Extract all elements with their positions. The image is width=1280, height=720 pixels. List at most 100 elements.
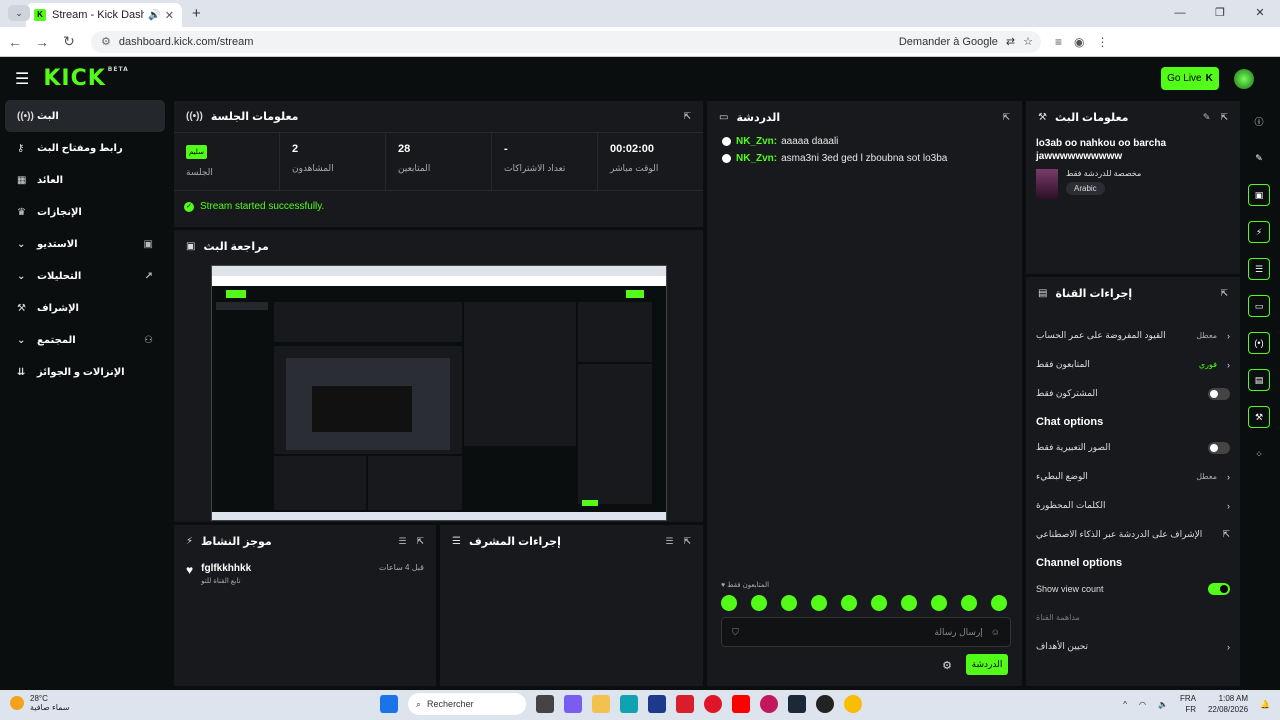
sidebar-item-revenue[interactable]: ▦ العائد bbox=[5, 164, 165, 196]
emote-icon[interactable] bbox=[961, 595, 977, 611]
edge-icon[interactable] bbox=[620, 695, 638, 713]
obs-icon[interactable] bbox=[816, 695, 834, 713]
followers-only-row[interactable]: المتابعون فقط فوري › bbox=[1026, 350, 1240, 379]
language-indicator[interactable]: FRA FR bbox=[1180, 693, 1196, 715]
popout-icon[interactable]: ⇱ bbox=[1002, 112, 1010, 123]
popout-icon[interactable]: ⇱ bbox=[1220, 288, 1228, 299]
sidebar-item-moderation[interactable]: ⚒ الإشراف bbox=[5, 292, 165, 324]
kick-logo[interactable]: KICK BETA bbox=[43, 66, 128, 91]
pencil-icon[interactable]: ✎ bbox=[1248, 147, 1270, 169]
popout-icon[interactable]: ⇱ bbox=[683, 111, 691, 122]
reading-list-icon[interactable]: ≡ bbox=[1055, 35, 1062, 49]
audio-icon[interactable]: 🔊 bbox=[148, 10, 160, 21]
youtube-icon[interactable] bbox=[732, 695, 750, 713]
emote-icon[interactable] bbox=[721, 595, 737, 611]
site-info-icon[interactable]: ⚙ bbox=[101, 35, 111, 48]
close-window-button[interactable]: ✕ bbox=[1240, 0, 1280, 27]
volume-icon[interactable]: 🔈 bbox=[1158, 700, 1168, 709]
bookmark-star-icon[interactable]: ☆ bbox=[1023, 35, 1033, 48]
emote-icon[interactable] bbox=[871, 595, 887, 611]
app-icon[interactable] bbox=[760, 695, 778, 713]
ai-moderation-row[interactable]: الإشراف على الدردشة عبر الذكاء الاصطناعي… bbox=[1026, 520, 1240, 549]
reload-button[interactable]: ↻ bbox=[57, 33, 81, 50]
banned-words-row[interactable]: الكلمات المحظورة › bbox=[1026, 491, 1240, 520]
windows-start-icon[interactable] bbox=[380, 695, 398, 713]
channel-actions-toggle-icon[interactable]: ▤ bbox=[1248, 369, 1270, 391]
emote-icon[interactable] bbox=[841, 595, 857, 611]
filter-icon[interactable]: ☰ bbox=[398, 536, 406, 547]
notification-icon[interactable]: 🔔 bbox=[1260, 700, 1270, 709]
maximize-button[interactable]: ❐ bbox=[1200, 0, 1240, 27]
bolt-icon[interactable]: ⚡ bbox=[1248, 221, 1270, 243]
emote-icon[interactable] bbox=[901, 595, 917, 611]
steam-icon[interactable] bbox=[788, 695, 806, 713]
profile-icon[interactable]: ◉ bbox=[1074, 35, 1084, 49]
popout-icon[interactable]: ⇱ bbox=[1220, 112, 1228, 123]
popout-icon[interactable]: ⇱ bbox=[683, 536, 691, 547]
show-view-count-toggle[interactable] bbox=[1208, 582, 1230, 595]
tab-search-button[interactable]: ⌄ bbox=[8, 5, 30, 21]
translate-icon[interactable]: ⇄ bbox=[1006, 35, 1015, 48]
store-icon[interactable] bbox=[648, 695, 666, 713]
weather-widget[interactable]: 28°C سماء صافية bbox=[10, 694, 70, 712]
more-widgets-icon[interactable]: ⁘ bbox=[1248, 443, 1270, 465]
update-goals-row[interactable]: تحيين الأهداف › bbox=[1026, 632, 1240, 661]
emote-icon[interactable] bbox=[991, 595, 1007, 611]
send-chat-button[interactable]: الدردشة bbox=[966, 654, 1008, 675]
opera-icon[interactable] bbox=[704, 695, 722, 713]
clock[interactable]: 1:08 AM 22/08/2026 bbox=[1208, 693, 1248, 715]
chat-username[interactable]: NK_Zvn: bbox=[736, 153, 777, 164]
wrench-toggle-icon[interactable]: ⚒ bbox=[1248, 406, 1270, 428]
new-tab-button[interactable]: + bbox=[192, 5, 201, 22]
hamburger-menu-icon[interactable]: ☰ bbox=[15, 69, 29, 89]
sidebar-item-analytics[interactable]: ⌄ التحليلات ↗ bbox=[5, 260, 165, 292]
stream-preview-video[interactable] bbox=[211, 265, 667, 521]
network-icon[interactable]: ◠ bbox=[1139, 700, 1146, 709]
tray-chevron-icon[interactable]: ^ bbox=[1123, 700, 1127, 709]
filter-icon[interactable]: ☰ bbox=[665, 536, 673, 547]
task-view-icon[interactable] bbox=[536, 695, 554, 713]
info-icon[interactable]: ⓘ bbox=[1248, 110, 1270, 132]
office-icon[interactable] bbox=[676, 695, 694, 713]
edit-icon[interactable]: ✎ bbox=[1203, 112, 1211, 123]
minimize-button[interactable]: — bbox=[1160, 0, 1200, 27]
go-live-button[interactable]: Go Live K bbox=[1161, 67, 1219, 90]
back-button[interactable]: ← bbox=[3, 34, 27, 50]
sidebar-item-stream-key[interactable]: ⚷ رابط ومفتاح البث bbox=[5, 132, 165, 164]
taskbar-search[interactable]: ⌕ Rechercher bbox=[408, 693, 526, 715]
sidebar-item-studio[interactable]: ⌄ الاستديو ▣ bbox=[5, 228, 165, 260]
ask-google-button[interactable]: Demander à Google bbox=[899, 36, 998, 48]
sidebar-item-achievements[interactable]: ♛ الإنجازات bbox=[5, 196, 165, 228]
emote-icon[interactable] bbox=[811, 595, 827, 611]
url-text[interactable]: dashboard.kick.com/stream bbox=[119, 36, 254, 48]
chat-username[interactable]: NK_Zvn: bbox=[736, 136, 777, 147]
emotes-only-toggle[interactable] bbox=[1208, 441, 1230, 454]
file-explorer-icon[interactable] bbox=[592, 695, 610, 713]
popout-icon[interactable]: ⇱ bbox=[416, 536, 424, 547]
emote-icon[interactable] bbox=[781, 595, 797, 611]
emote-icon[interactable] bbox=[931, 595, 947, 611]
chat-toggle-icon[interactable]: ▭ bbox=[1248, 295, 1270, 317]
broadcast-toggle-icon[interactable]: (•) bbox=[1248, 332, 1270, 354]
sidebar-item-drops[interactable]: ⇊ الإنزالات و الجوائز bbox=[5, 356, 165, 388]
slow-mode-row[interactable]: الوضع البطيء معطل › bbox=[1026, 462, 1240, 491]
user-avatar[interactable] bbox=[1234, 69, 1254, 89]
activity-user[interactable]: fglfkkhhkk bbox=[201, 563, 251, 574]
account-age-restriction-row[interactable]: القيود المفروضة على عمر الحساب معطل › bbox=[1026, 321, 1240, 350]
chat-input[interactable]: ⛉ إرسال رسالة ☺ bbox=[721, 617, 1011, 647]
gear-icon[interactable]: ⚙ bbox=[942, 659, 952, 672]
preview-toggle-icon[interactable]: ▣ bbox=[1248, 184, 1270, 206]
emote-icon[interactable] bbox=[751, 595, 767, 611]
close-tab-icon[interactable]: ✕ bbox=[165, 9, 174, 22]
emoji-icon[interactable]: ☺ bbox=[991, 627, 1000, 637]
browser-tab[interactable]: K Stream - Kick Dashboard 🔊 ✕ bbox=[26, 3, 182, 27]
forward-button[interactable]: → bbox=[30, 34, 54, 50]
sidebar-item-community[interactable]: ⌄ المجتمع ⚇ bbox=[5, 324, 165, 356]
chrome-icon[interactable] bbox=[844, 695, 862, 713]
copilot-icon[interactable] bbox=[564, 695, 582, 713]
menu-icon[interactable]: ⋮ bbox=[1097, 35, 1109, 49]
badge-icon[interactable]: ⛉ bbox=[732, 627, 739, 638]
sidebar-item-stream[interactable]: ((•)) البث bbox=[5, 100, 165, 132]
list-icon[interactable]: ☰ bbox=[1248, 258, 1270, 280]
omnibox[interactable]: ⚙ dashboard.kick.com/stream Demander à G… bbox=[91, 30, 1041, 53]
